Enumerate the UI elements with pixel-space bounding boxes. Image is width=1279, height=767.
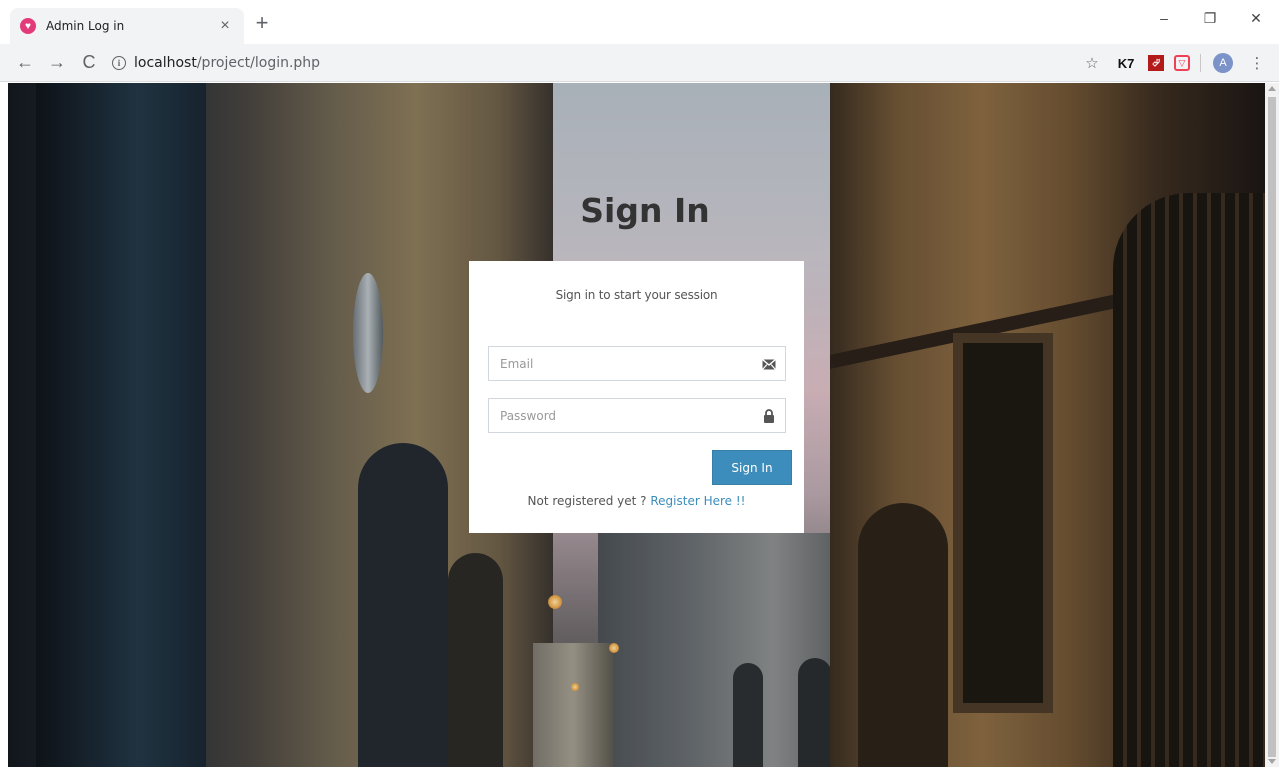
url-path: /project/login.php: [196, 54, 321, 71]
register-prompt-text: Not registered yet ?: [527, 494, 651, 508]
menu-icon[interactable]: ⋮: [1245, 51, 1269, 75]
login-message: Sign in to start your session: [555, 288, 718, 302]
url-host: localhost: [134, 54, 197, 71]
register-link[interactable]: Register Here !!: [650, 494, 745, 508]
k7-extension-icon[interactable]: K7: [1114, 51, 1138, 75]
lock-icon: [762, 409, 776, 423]
browser-tab[interactable]: ♥ Admin Log in ×: [10, 8, 244, 44]
pdf-extension-icon[interactable]: ⮰: [1148, 55, 1164, 71]
password-field: [488, 398, 786, 433]
sign-in-button[interactable]: Sign In: [712, 450, 792, 485]
bookmark-star-icon[interactable]: ☆: [1080, 51, 1104, 75]
envelope-icon: [762, 357, 776, 371]
scroll-thumb[interactable]: [1268, 97, 1276, 757]
new-tab-button[interactable]: +: [250, 12, 274, 36]
page-viewport: Sign In Sign in to start your session Em…: [8, 83, 1265, 767]
email-input[interactable]: [489, 347, 785, 380]
forward-button[interactable]: →: [44, 50, 70, 76]
back-button[interactable]: ←: [12, 50, 38, 76]
toolbar-actions: ☆ K7 ⮰ ▽ A ⋮: [1070, 44, 1269, 82]
reload-button[interactable]: C: [76, 50, 102, 76]
password-input[interactable]: [489, 399, 785, 432]
login-box: Sign in to start your session Sign In: [469, 261, 804, 533]
email-field: [488, 346, 786, 381]
tab-strip: ♥ Admin Log in × + – ❐ ✕: [0, 0, 1279, 44]
profile-avatar[interactable]: A: [1211, 51, 1235, 75]
window-controls: – ❐ ✕: [1141, 0, 1279, 36]
info-icon[interactable]: i: [112, 55, 126, 70]
avatar-icon: A: [1213, 53, 1233, 73]
scroll-down-arrow-icon[interactable]: [1268, 759, 1276, 764]
page-title: Sign In: [580, 191, 710, 230]
register-prompt: Not registered yet ? Register Here !!: [469, 494, 804, 508]
scroll-up-arrow-icon[interactable]: [1268, 86, 1276, 91]
tab-title: Admin Log in: [46, 19, 125, 33]
favicon-icon: ♥: [20, 18, 36, 34]
close-tab-icon[interactable]: ×: [216, 17, 234, 35]
restore-button[interactable]: ❐: [1187, 0, 1233, 36]
address-bar[interactable]: i localhost/project/login.php: [112, 49, 1072, 77]
toolbar-divider: [1200, 54, 1201, 72]
minimize-button[interactable]: –: [1141, 0, 1187, 36]
browser-toolbar: ← → C i localhost/project/login.php ☆ K7…: [0, 44, 1279, 82]
pocket-extension-icon[interactable]: ▽: [1174, 55, 1190, 71]
vertical-scrollbar[interactable]: [1265, 83, 1279, 767]
close-window-button[interactable]: ✕: [1233, 0, 1279, 36]
